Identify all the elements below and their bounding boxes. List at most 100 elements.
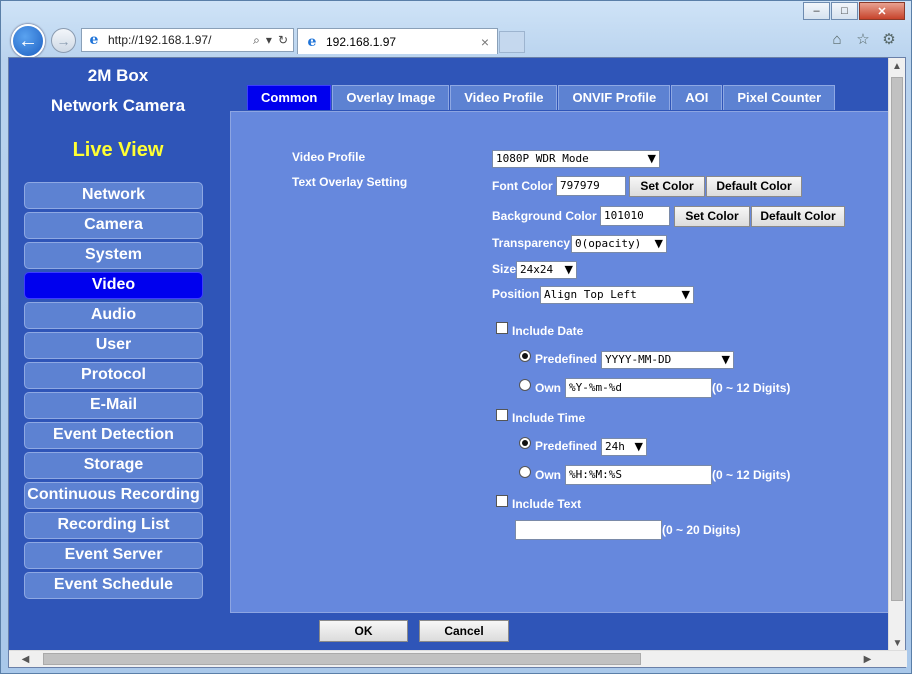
sidebar-item-network[interactable]: Network [24, 182, 203, 209]
browser-toolbar-icons: ⌂ ☆ ⚙ [829, 31, 897, 49]
size-select[interactable]: 24x24 ▼ [516, 261, 577, 279]
video-profile-select[interactable]: 1080P WDR Mode ▼ [492, 150, 660, 168]
back-button[interactable]: ← [11, 24, 45, 58]
tab-close-icon[interactable]: × [481, 34, 497, 50]
include-date-label: Include Date [512, 324, 584, 338]
refresh-icon[interactable]: ↻ [278, 33, 288, 48]
date-predefined-radio[interactable] [519, 350, 531, 362]
font-set-color-button[interactable]: Set Color [629, 176, 705, 197]
scroll-up-icon[interactable]: ▲ [889, 58, 905, 75]
font-color-input[interactable]: 797979 [556, 176, 626, 196]
sidebar-item-audio[interactable]: Audio [24, 302, 203, 329]
sidebar-item-storage[interactable]: Storage [24, 452, 203, 479]
ok-button[interactable]: OK [319, 620, 408, 642]
chevron-down-icon: ▼ [721, 353, 730, 366]
live-view-link[interactable]: Live View [9, 139, 227, 162]
sidebar-nav: Network Camera System Video Audio User P… [24, 182, 203, 602]
time-predefined-radio[interactable] [519, 437, 531, 449]
tab-onvif-profile[interactable]: ONVIF Profile [558, 85, 671, 110]
include-time-checkbox[interactable] [496, 409, 508, 421]
time-format-value: 24h [605, 440, 625, 453]
date-predefined-label: Predefined [535, 352, 598, 366]
sidebar-item-recording-list[interactable]: Recording List [24, 512, 203, 539]
ie-tab-icon: e [307, 33, 317, 50]
include-text-label: Include Text [512, 497, 582, 511]
position-label: Position [492, 287, 540, 301]
chevron-down-icon: ▼ [564, 263, 573, 276]
scroll-right-icon[interactable]: ▶ [859, 651, 876, 668]
minimize-button[interactable]: – [803, 2, 830, 20]
sidebar-item-event-server[interactable]: Event Server [24, 542, 203, 569]
home-icon[interactable]: ⌂ [829, 31, 845, 48]
transparency-select[interactable]: 0(opacity) ▼ [571, 235, 667, 253]
address-bar[interactable]: e http://192.168.1.97/ ⌕ ▾ ↻ [81, 28, 294, 52]
sidebar-item-user[interactable]: User [24, 332, 203, 359]
sidebar-item-event-detection[interactable]: Event Detection [24, 422, 203, 449]
tab-overlay-image[interactable]: Overlay Image [332, 85, 450, 110]
font-default-color-button[interactable]: Default Color [706, 176, 802, 197]
settings-tabs: Common Overlay Image Video Profile ONVIF… [247, 85, 836, 110]
back-arrow-icon: ← [18, 29, 38, 52]
forward-button[interactable]: → [51, 28, 76, 53]
tab-aoi[interactable]: AOI [671, 85, 723, 110]
include-text-checkbox[interactable] [496, 495, 508, 507]
video-profile-label: Video Profile [292, 150, 366, 164]
transparency-value: 0(opacity) [575, 237, 642, 250]
video-profile-value: 1080P WDR Mode [496, 152, 589, 165]
chevron-down-icon: ▼ [681, 288, 690, 301]
time-own-radio[interactable] [519, 466, 531, 478]
search-icon[interactable]: ⌕ [253, 33, 260, 48]
position-select[interactable]: Align Top Left ▼ [540, 286, 694, 304]
tab-pixel-counter[interactable]: Pixel Counter [723, 85, 836, 110]
background-set-color-button[interactable]: Set Color [674, 206, 750, 227]
address-url[interactable]: http://192.168.1.97/ [108, 33, 253, 47]
dropdown-icon[interactable]: ▾ [266, 33, 272, 48]
brand-title-line1: 2M Box [87, 66, 149, 85]
text-overlay-label: Text Overlay Setting [292, 175, 408, 189]
date-format-select[interactable]: YYYY-MM-DD ▼ [601, 351, 734, 369]
background-default-color-button[interactable]: Default Color [751, 206, 845, 227]
sidebar-item-video[interactable]: Video [24, 272, 203, 299]
vertical-scroll-thumb[interactable] [891, 77, 903, 601]
date-own-input[interactable]: %Y-%m-%d [565, 378, 712, 398]
sidebar-item-camera[interactable]: Camera [24, 212, 203, 239]
sidebar-item-system[interactable]: System [24, 242, 203, 269]
sidebar-item-protocol[interactable]: Protocol [24, 362, 203, 389]
new-tab-button[interactable] [499, 31, 525, 53]
close-window-button[interactable]: ✕ [859, 2, 905, 20]
cancel-button[interactable]: Cancel [419, 620, 509, 642]
sidebar-item-continuous-recording[interactable]: Continuous Recording [24, 482, 203, 509]
maximize-button[interactable]: □ [831, 2, 858, 20]
browser-window: – □ ✕ ← → e http://192.168.1.97/ ⌕ ▾ ↻ e… [0, 0, 912, 674]
include-text-input[interactable] [515, 520, 662, 540]
tab-video-profile[interactable]: Video Profile [450, 85, 558, 110]
include-date-checkbox[interactable] [496, 322, 508, 334]
forward-arrow-icon: → [56, 32, 71, 49]
background-color-input[interactable]: 101010 [600, 206, 670, 226]
window-controls: – □ ✕ [802, 2, 905, 20]
settings-icon[interactable]: ⚙ [881, 31, 897, 48]
background-color-label: Background Color [492, 209, 597, 223]
position-value: Align Top Left [544, 288, 637, 301]
time-own-input[interactable]: %H:%M:%S [565, 465, 712, 485]
sidebar-item-email[interactable]: E-Mail [24, 392, 203, 419]
favorites-icon[interactable]: ☆ [855, 31, 871, 48]
horizontal-scrollbar[interactable]: ◀ ▶ [9, 650, 907, 667]
time-digits-hint: (0 ~ 12 Digits) [712, 468, 791, 482]
include-time-label: Include Time [512, 411, 586, 425]
font-color-label: Font Color [492, 179, 553, 193]
horizontal-scroll-thumb[interactable] [43, 653, 641, 665]
scroll-left-icon[interactable]: ◀ [17, 651, 34, 668]
brand-title-line2: Network Camera [50, 96, 186, 115]
text-digits-hint: (0 ~ 20 Digits) [662, 523, 741, 537]
time-format-select[interactable]: 24h ▼ [601, 438, 647, 456]
vertical-scrollbar[interactable]: ▲ ▼ [888, 58, 905, 652]
tab-common[interactable]: Common [247, 85, 332, 110]
browser-tab[interactable]: e 192.168.1.97 × [297, 28, 498, 54]
size-label: Size [492, 262, 517, 276]
sidebar-item-event-schedule[interactable]: Event Schedule [24, 572, 203, 599]
date-own-radio[interactable] [519, 379, 531, 391]
size-value: 24x24 [520, 263, 554, 276]
chevron-down-icon: ▼ [634, 440, 643, 453]
chevron-down-icon: ▼ [654, 237, 663, 250]
